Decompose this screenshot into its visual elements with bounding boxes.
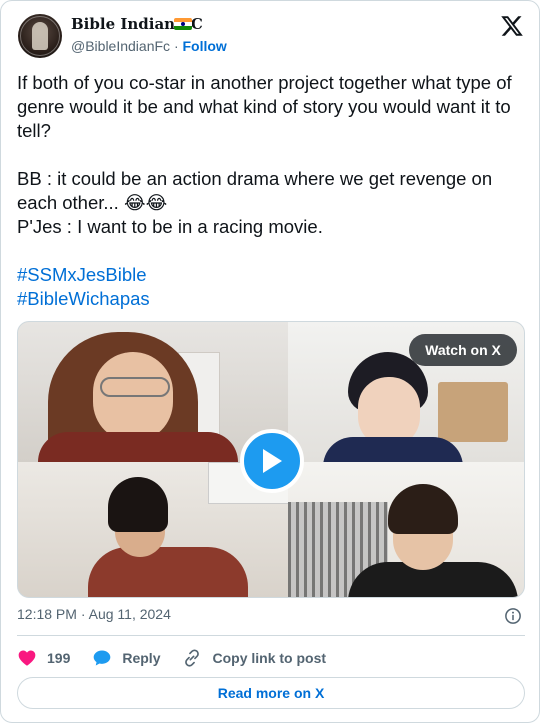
author-avatar[interactable]: [18, 14, 62, 58]
author-handle-row: @BibleIndianFc · Follow: [71, 38, 227, 54]
heart-icon: [18, 650, 36, 666]
post-actions: 199 Reply Copy link to post: [17, 646, 348, 670]
like-button[interactable]: 199: [17, 648, 70, 668]
post-time: 12:18 PM: [17, 606, 77, 622]
copy-link-button[interactable]: Copy link to post: [182, 648, 326, 668]
timestamp-separator: ·: [80, 606, 86, 622]
info-icon[interactable]: [504, 607, 522, 625]
embedded-post-card: Bible Indian FC @BibleIndianFc · Follow …: [0, 0, 540, 723]
watch-on-x-button[interactable]: Watch on X: [409, 334, 517, 366]
post-text: If both of you co-star in another projec…: [17, 71, 527, 311]
post-answer-jes: P'Jes : I want to be in a racing movie.: [17, 216, 323, 237]
avatar-figure: [32, 22, 48, 50]
video-tile-bottom-right: [288, 462, 524, 597]
like-count: 199: [47, 650, 71, 666]
post-date: Aug 11, 2024: [88, 606, 171, 622]
play-icon: [263, 449, 282, 473]
reply-label: Reply: [122, 650, 161, 666]
speech-bubble-icon: [94, 650, 111, 666]
divider: [17, 635, 525, 636]
video-media[interactable]: Watch on X: [17, 321, 525, 598]
play-button[interactable]: [240, 429, 304, 493]
follow-link[interactable]: Follow: [183, 38, 227, 54]
india-flag-icon: [174, 18, 192, 30]
x-logo-icon[interactable]: [500, 14, 524, 38]
post-answer-bb: BB : it could be an action drama where w…: [17, 168, 498, 213]
post-question: If both of you co-star in another projec…: [17, 72, 517, 141]
hashtag-link[interactable]: #BibleWichapas: [17, 287, 527, 311]
read-more-button[interactable]: Read more on X: [17, 677, 525, 709]
copy-link-label: Copy link to post: [212, 650, 327, 666]
hashtag-link[interactable]: #SSMxJesBible: [17, 263, 527, 287]
post-timestamp[interactable]: 12:18 PM · Aug 11, 2024: [17, 606, 171, 622]
link-icon: [185, 649, 200, 667]
handle-separator: ·: [173, 38, 179, 54]
author-handle[interactable]: @BibleIndianFc: [71, 38, 170, 54]
reply-button[interactable]: Reply: [92, 648, 160, 668]
